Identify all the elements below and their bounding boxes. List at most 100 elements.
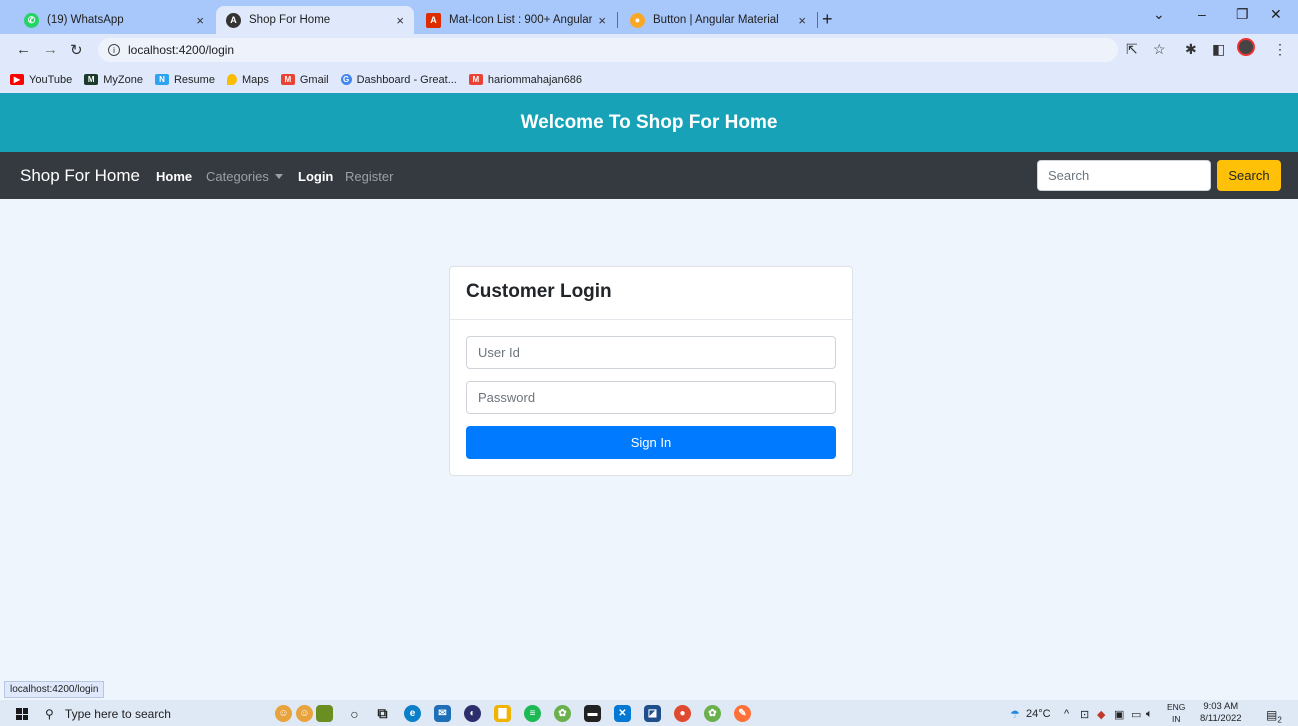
widgets-icon[interactable]: ☺ <box>275 705 292 722</box>
meet-icon[interactable]: ⊡ <box>1080 708 1089 721</box>
clock-date: 8/11/2022 <box>1200 713 1242 724</box>
site-brand[interactable]: Shop For Home <box>20 166 140 186</box>
remote-desktop-icon[interactable]: ◪ <box>644 705 661 722</box>
bookmark-label: Maps <box>241 73 269 86</box>
bookmark-star-icon[interactable]: ☆ <box>1153 41 1166 58</box>
address-toolbar: ← → ↻ i localhost:4200/login ⇱ ☆ ✱ ◧ ⋮ <box>0 34 1298 66</box>
tab-button-angular-material[interactable]: ● Button | Angular Material × <box>620 6 816 34</box>
taskbar-search[interactable]: ⚲ Type here to search <box>45 707 171 721</box>
tab-whatsapp[interactable]: ✆ (19) WhatsApp × <box>14 6 214 34</box>
gmail-icon: M <box>468 74 483 85</box>
battery-icon[interactable]: ▭ <box>1131 708 1141 721</box>
bookmark-resume[interactable]: N Resume <box>154 73 215 86</box>
restore-icon[interactable]: ❐ <box>1236 6 1249 23</box>
task-view-icon[interactable]: ⧉ <box>374 705 391 722</box>
weather-icon[interactable]: ☂ <box>1010 708 1020 721</box>
nav-register[interactable]: Register <box>345 169 393 184</box>
terminal-icon[interactable]: ▬ <box>584 705 601 722</box>
lang-line2: IN <box>1171 714 1181 724</box>
close-icon[interactable]: × <box>798 13 806 28</box>
windows-start-icon[interactable] <box>16 708 28 720</box>
url-text: localhost:4200/login <box>128 43 235 57</box>
notification-icon[interactable]: ▤2 <box>1266 708 1282 724</box>
tab-mat-icon-list[interactable]: A Mat-Icon List : 900+ Angular Ma × <box>416 6 616 34</box>
widgets-icon[interactable]: ☺ <box>296 705 313 722</box>
taskbar-clock[interactable]: 9:03 AM 8/11/2022 <box>1200 701 1242 725</box>
angular-icon: A <box>226 12 241 28</box>
lang-line1: ENG <box>1167 702 1186 712</box>
maps-icon <box>226 74 237 85</box>
angular-material-icon: A <box>426 12 441 28</box>
nav-categories-dropdown[interactable]: Categories <box>206 169 283 184</box>
side-panel-icon[interactable]: ◧ <box>1212 41 1225 58</box>
antivirus-icon[interactable]: ◆ <box>1097 708 1105 721</box>
share-icon[interactable]: ⇱ <box>1126 41 1138 58</box>
forward-icon[interactable]: → <box>43 41 58 58</box>
clock-time: 9:03 AM <box>1203 701 1239 712</box>
google-icon: G <box>340 74 352 85</box>
login-card: Customer Login Sign In <box>449 266 853 476</box>
postman-icon[interactable]: ✎ <box>734 705 751 722</box>
bookmark-label: Dashboard - Great... <box>356 73 457 86</box>
info-icon[interactable]: i <box>108 44 120 56</box>
gmail-icon: M <box>280 74 295 85</box>
bookmark-youtube[interactable]: ▶ YouTube <box>10 74 72 86</box>
youtube-icon: ▶ <box>10 74 24 85</box>
myzone-icon: M <box>84 74 99 85</box>
close-icon[interactable]: × <box>598 13 606 28</box>
spring-tool-icon[interactable]: ✿ <box>704 705 721 722</box>
eclipse-icon[interactable]: ◐ <box>464 705 481 722</box>
profile-avatar[interactable] <box>1237 38 1255 56</box>
bookmark-dashboard[interactable]: G Dashboard - Great... <box>340 73 457 86</box>
tab-shop-for-home[interactable]: A Shop For Home × <box>216 6 414 34</box>
weather-temp[interactable]: 24°C <box>1026 708 1051 720</box>
welcome-banner: Welcome To Shop For Home <box>0 93 1298 152</box>
banner-title: Welcome To Shop For Home <box>520 111 778 133</box>
minimize-icon[interactable]: – <box>1198 6 1206 22</box>
search-button[interactable]: Search <box>1217 160 1281 191</box>
cortana-icon[interactable]: ○ <box>346 705 363 722</box>
search-input[interactable] <box>1037 160 1211 191</box>
edge-icon[interactable]: e <box>404 705 421 722</box>
mail-icon[interactable]: ✉ <box>434 705 451 722</box>
new-tab-button[interactable]: + <box>822 9 833 30</box>
language-indicator[interactable]: ENG IN <box>1167 701 1185 725</box>
close-icon[interactable]: × <box>196 13 204 28</box>
spring-tool-icon[interactable]: ✿ <box>554 705 571 722</box>
tab-title: Shop For Home <box>249 14 331 26</box>
back-icon[interactable]: ← <box>16 41 31 58</box>
bookmark-label: Resume <box>173 73 215 86</box>
nav-categories-label: Categories <box>206 169 269 184</box>
nav-home[interactable]: Home <box>156 169 192 184</box>
reload-icon[interactable]: ↻ <box>70 41 83 59</box>
bookmark-label: Gmail <box>299 73 329 86</box>
bookmark-myzone[interactable]: M MyZone <box>84 74 143 86</box>
volume-icon[interactable]: 🔈︎ <box>1146 708 1153 721</box>
sign-in-button[interactable]: Sign In <box>466 426 836 459</box>
extensions-icon[interactable]: ✱ <box>1185 41 1197 58</box>
chrome-icon[interactable]: ● <box>674 705 691 722</box>
close-icon[interactable]: × <box>396 13 404 28</box>
search-icon: ⚲ <box>45 707 54 721</box>
user-id-field[interactable] <box>466 336 836 369</box>
login-card-title: Customer Login <box>450 267 852 320</box>
spotify-icon[interactable]: ≡ <box>524 705 541 722</box>
bookmark-hariommahajan[interactable]: M hariommahajan686 <box>468 74 582 86</box>
tray-expand-icon[interactable]: ^ <box>1064 708 1069 720</box>
bookmark-label: YouTube <box>29 73 73 86</box>
tab-search-icon[interactable]: ⌄ <box>1153 6 1165 23</box>
file-explorer-icon[interactable]: ▇ <box>494 705 511 722</box>
tab-title: (19) WhatsApp <box>47 14 124 26</box>
bookmark-gmail[interactable]: M Gmail <box>280 73 329 86</box>
news-icon[interactable] <box>316 705 333 722</box>
display-icon[interactable]: ▣ <box>1114 708 1124 721</box>
bookmark-maps[interactable]: Maps <box>226 73 269 86</box>
tab-title: Button | Angular Material <box>653 14 779 26</box>
tab-separator <box>617 12 618 28</box>
close-window-icon[interactable]: ✕ <box>1270 6 1282 23</box>
nav-login[interactable]: Login <box>298 169 333 184</box>
vscode-icon[interactable]: ✕ <box>614 705 631 722</box>
menu-kebab-icon[interactable]: ⋮ <box>1273 41 1287 58</box>
address-bar[interactable]: i localhost:4200/login <box>98 38 1118 62</box>
password-field[interactable] <box>466 381 836 414</box>
